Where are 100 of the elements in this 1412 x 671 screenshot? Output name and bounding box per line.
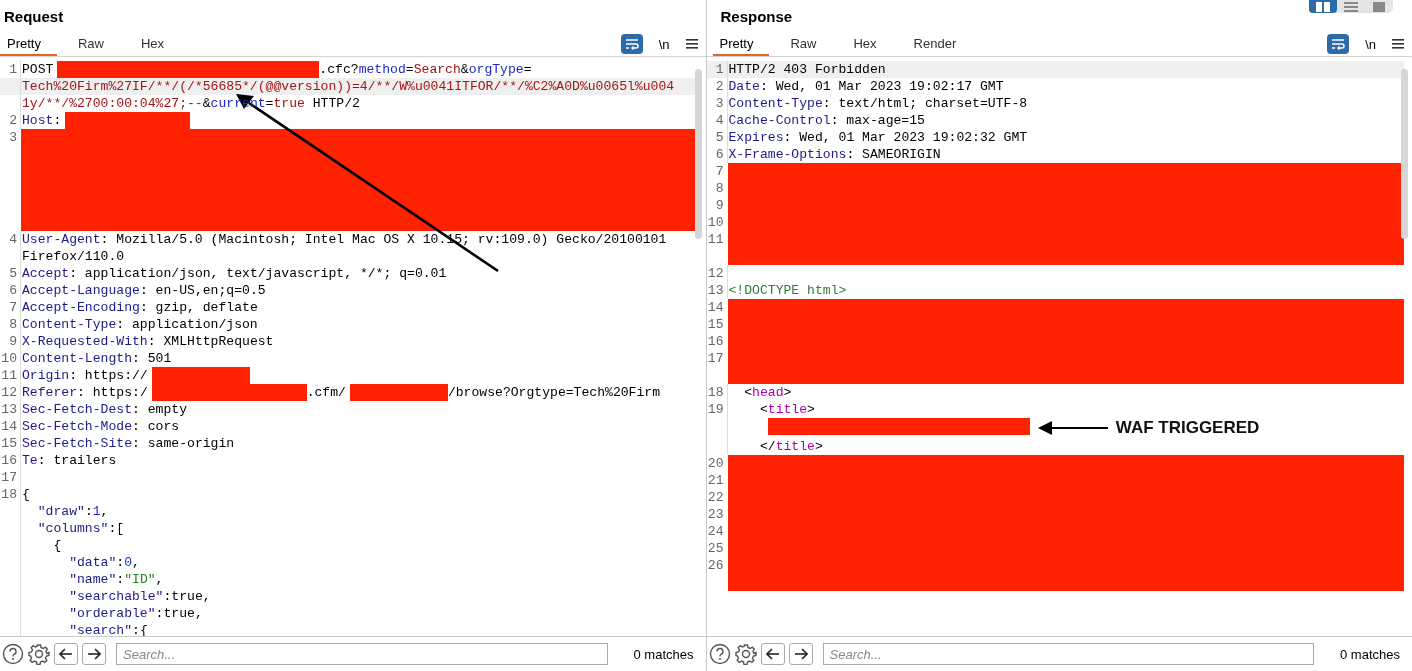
- line-number: 3: [715, 96, 724, 111]
- help-icon[interactable]: [2, 643, 24, 665]
- scrollbar[interactable]: [1401, 69, 1408, 239]
- line-number: 25: [706, 540, 725, 557]
- right-arrow-icon: [87, 648, 101, 660]
- code-line: "data":0,: [68, 555, 140, 570]
- line-number: 5: [715, 130, 724, 145]
- code-text: Origin: https://: [22, 368, 148, 383]
- back-button[interactable]: [54, 643, 78, 665]
- forward-button[interactable]: [82, 643, 106, 665]
- scrollbar[interactable]: [694, 69, 702, 239]
- menu-icon[interactable]: [1392, 39, 1404, 49]
- code-line: <title>: [758, 402, 815, 417]
- wrap-icon: [1331, 38, 1346, 50]
- single-view-icon: [1373, 1, 1385, 12]
- code-text: Host:: [22, 113, 62, 128]
- line-number: 12: [707, 266, 724, 281]
- arrow-icon: [1037, 421, 1108, 435]
- line-number: 17: [706, 350, 725, 367]
- code-line: Accept-Language: en-US,en;q=0.5: [22, 283, 266, 298]
- code-line: Content-Type: text/html; charset=UTF-8: [728, 96, 1028, 111]
- code-line: Tech%20Firm%27IF/**/(/*56685*/(@@version))=4/**/W%u0041ITFOR/**/%C2%A0D%u0065l%u004: [22, 79, 675, 94]
- settings-icon[interactable]: [28, 643, 50, 665]
- line-number: 5: [9, 266, 17, 281]
- code-line: HTTP/2 403 Forbidden: [728, 62, 886, 77]
- line-number: 8: [714, 180, 725, 197]
- code-line: Sec-Fetch-Mode: cors: [22, 419, 180, 434]
- code-line: Accept: application/json, text/javascript, */*; q=0.01: [22, 266, 447, 281]
- view-tab[interactable]: Pretty: [0, 32, 57, 56]
- forward-button[interactable]: [788, 643, 813, 665]
- code-line: X-Frame-Options: SAMEORIGIN: [728, 147, 941, 162]
- code-line: X-Requested-With: XMLHttpRequest: [22, 334, 274, 349]
- line-number: 6: [9, 283, 17, 298]
- line-number: 2: [9, 113, 17, 128]
- left-arrow-icon: [765, 648, 780, 660]
- line-number: 3: [8, 129, 18, 146]
- line-number: 2: [715, 79, 724, 94]
- line-number: 13: [1, 402, 17, 417]
- left-arrow-icon: [59, 648, 73, 660]
- line-number: 14: [1, 419, 17, 434]
- line-number: 15: [706, 316, 725, 333]
- right-arrow-icon: [793, 648, 808, 660]
- search-field[interactable]: Search...: [822, 643, 1314, 665]
- code-line: "orderable":true,: [68, 606, 203, 621]
- code-line: {: [22, 487, 30, 502]
- line-number: 1: [715, 62, 724, 77]
- code-text: /browse?Orgtype=Tech%20Firm: [447, 385, 661, 400]
- back-button[interactable]: [760, 643, 785, 665]
- view-tab[interactable]: Raw: [783, 32, 833, 56]
- code-text: .cfm/: [306, 385, 346, 400]
- code-text: .cfc?method=Search&orgType=: [319, 62, 532, 77]
- line-number: 7: [9, 300, 17, 315]
- view-tab[interactable]: Hex: [134, 32, 181, 56]
- word-wrap-button[interactable]: [620, 34, 643, 54]
- line-number: 4: [715, 113, 724, 128]
- menu-icon[interactable]: [685, 39, 698, 49]
- code-line: <!DOCTYPE html>: [728, 283, 847, 298]
- line-number: 10: [1, 351, 17, 366]
- code-line: "search":{: [68, 623, 148, 636]
- view-tab[interactable]: Raw: [70, 32, 120, 56]
- code-line: <head>: [743, 385, 792, 400]
- code-line: Content-Length: 501: [22, 351, 172, 366]
- code-line: Te: trailers: [22, 453, 117, 468]
- split-rows-icon: [1344, 1, 1358, 12]
- line-number: 9: [9, 334, 17, 349]
- line-number: 13: [707, 283, 724, 298]
- line-number: 19: [707, 402, 724, 417]
- match-count: 0 matches: [1340, 646, 1400, 662]
- line-number: 16: [1, 453, 17, 468]
- line-number: 21: [706, 472, 725, 489]
- search-field[interactable]: Search...: [116, 643, 608, 665]
- code-text: POST: [22, 62, 54, 77]
- line-number: 20: [706, 455, 725, 472]
- code-line: "searchable":true,: [68, 589, 211, 604]
- view-tab[interactable]: Render: [906, 32, 973, 56]
- word-wrap-button[interactable]: [1327, 34, 1350, 54]
- match-count: 0 matches: [633, 646, 694, 662]
- line-number: 15: [1, 436, 17, 451]
- settings-icon[interactable]: [734, 643, 757, 665]
- line-number: 7: [714, 163, 725, 180]
- line-number: 16: [706, 333, 725, 350]
- line-number: 12: [1, 385, 17, 400]
- view-tab[interactable]: Hex: [846, 32, 893, 56]
- code-line: "draw":1,: [36, 504, 109, 519]
- layout-toggle[interactable]: [1309, 0, 1337, 13]
- code-line: "columns":[: [36, 521, 125, 536]
- line-number: 18: [707, 385, 724, 400]
- code-line: Date: Wed, 01 Mar 2023 19:02:17 GMT: [728, 79, 1004, 94]
- line-number: 22: [706, 489, 725, 506]
- line-number: 18: [1, 487, 17, 502]
- wrap-icon: [624, 38, 639, 50]
- line-number: 17: [1, 470, 17, 485]
- code-line: Expires: Wed, 01 Mar 2023 19:02:32 GMT: [728, 130, 1028, 145]
- code-text: Referer: https:/: [22, 385, 148, 400]
- newline-toggle[interactable]: \n: [1361, 36, 1380, 52]
- code-line: Content-Type: application/json: [22, 317, 258, 332]
- line-number: 23: [706, 506, 725, 523]
- newline-toggle[interactable]: \n: [654, 36, 674, 52]
- help-icon[interactable]: [708, 643, 731, 665]
- view-tab[interactable]: Pretty: [712, 32, 770, 56]
